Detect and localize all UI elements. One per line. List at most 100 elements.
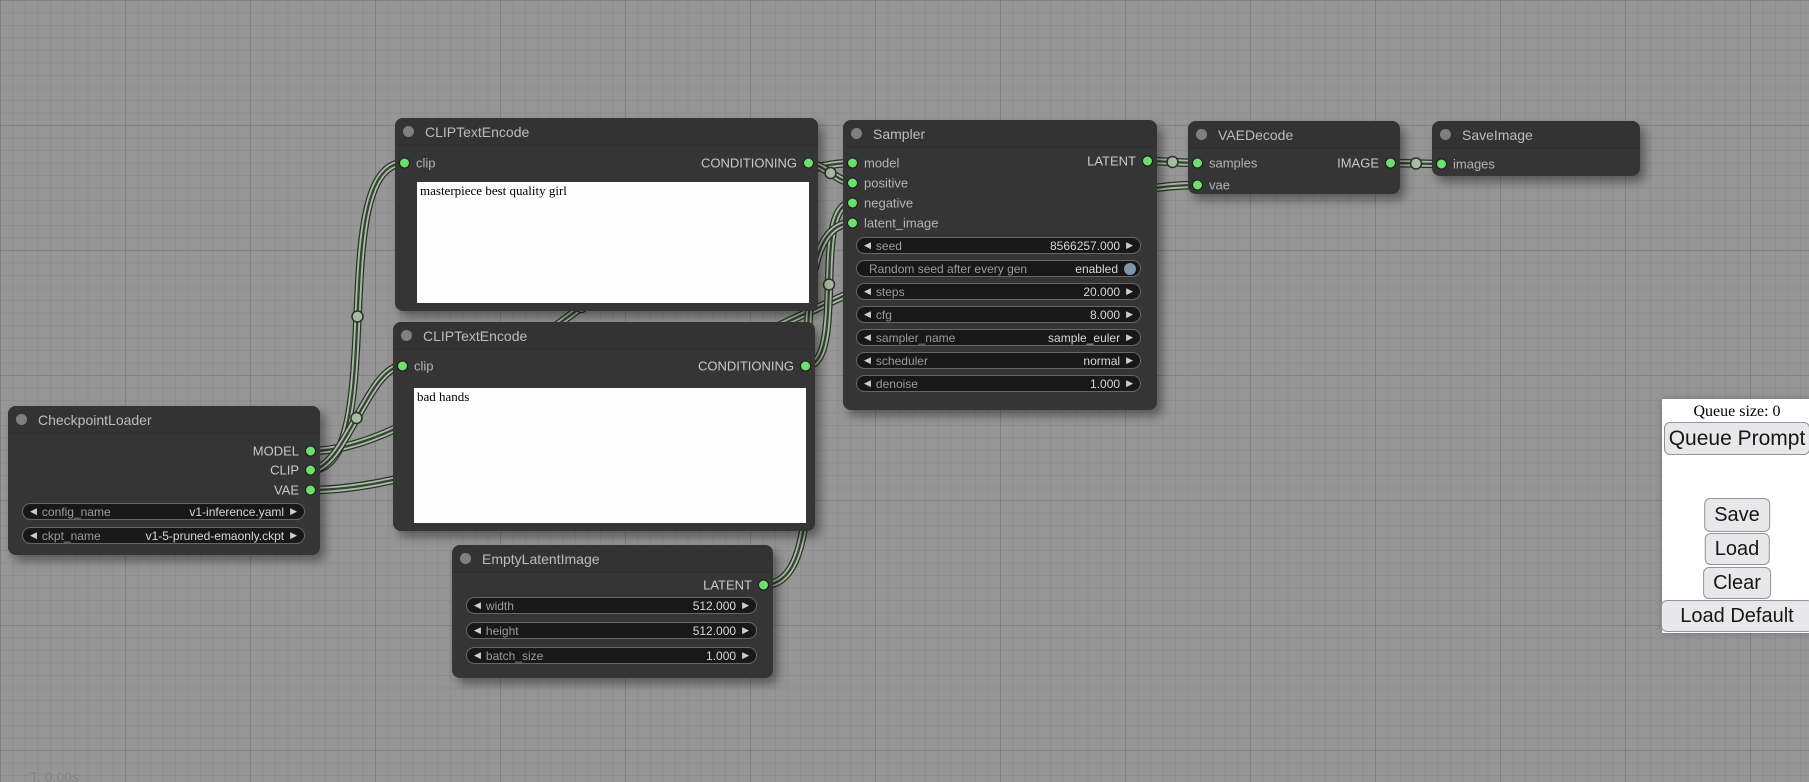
- widget-seed[interactable]: ◀ seed 8566257.000 ▶: [856, 237, 1141, 254]
- port-label: images: [1453, 157, 1495, 172]
- port-label: CONDITIONING: [701, 156, 797, 171]
- node-header[interactable]: CheckpointLoader: [8, 406, 320, 434]
- save-button[interactable]: Save: [1704, 498, 1770, 532]
- input-port-negative[interactable]: [847, 198, 858, 209]
- stepper-left-icon[interactable]: ◀: [864, 310, 871, 319]
- node-title: CLIPTextEncode: [425, 124, 529, 140]
- stepper-right-icon[interactable]: ▶: [742, 651, 749, 660]
- stepper-left-icon[interactable]: ◀: [474, 601, 481, 610]
- node-title: CLIPTextEncode: [423, 328, 527, 344]
- node-save-image[interactable]: SaveImage images: [1432, 121, 1640, 176]
- stepper-right-icon[interactable]: ▶: [742, 601, 749, 610]
- load-button[interactable]: Load: [1705, 533, 1770, 565]
- node-clip-text-encode-negative[interactable]: CLIPTextEncode clip CONDITIONING: [393, 322, 815, 531]
- port-label: negative: [864, 196, 913, 211]
- output-port-conditioning[interactable]: [800, 361, 811, 372]
- stepper-left-icon[interactable]: ◀: [474, 626, 481, 635]
- prompt-textarea[interactable]: [414, 388, 806, 523]
- node-collapse-dot[interactable]: [1440, 129, 1451, 140]
- stepper-right-icon[interactable]: ▶: [1126, 241, 1133, 250]
- output-port-vae[interactable]: [305, 485, 316, 496]
- prompt-textarea[interactable]: [417, 182, 809, 303]
- node-collapse-dot[interactable]: [16, 414, 27, 425]
- stepper-left-icon[interactable]: ◀: [864, 333, 871, 342]
- widget-config-name[interactable]: ◀ config_name v1-inference.yaml ▶: [22, 503, 305, 520]
- port-label: LATENT: [703, 578, 752, 593]
- stepper-right-icon[interactable]: ▶: [1126, 333, 1133, 342]
- node-header[interactable]: VAEDecode: [1188, 121, 1400, 149]
- stepper-left-icon[interactable]: ◀: [864, 287, 871, 296]
- port-label: VAE: [274, 483, 299, 498]
- widget-height[interactable]: ◀ height 512.000 ▶: [466, 622, 757, 639]
- widget-steps[interactable]: ◀ steps 20.000 ▶: [856, 283, 1141, 300]
- node-vae-decode[interactable]: VAEDecode samples IMAGE vae: [1188, 121, 1400, 194]
- queue-size-label: Queue size: 0: [1662, 403, 1809, 421]
- random-seed-toggle-icon[interactable]: [1124, 263, 1136, 275]
- node-collapse-dot[interactable]: [851, 128, 862, 139]
- node-empty-latent-image[interactable]: EmptyLatentImage LATENT ◀ width 512.000 …: [452, 545, 773, 678]
- stepper-right-icon[interactable]: ▶: [1126, 310, 1133, 319]
- input-port-images[interactable]: [1436, 159, 1447, 170]
- stepper-right-icon[interactable]: ▶: [742, 626, 749, 635]
- stepper-right-icon[interactable]: ▶: [290, 507, 297, 516]
- stepper-right-icon[interactable]: ▶: [290, 531, 297, 540]
- port-label: MODEL: [253, 444, 299, 459]
- widget-random-seed[interactable]: Random seed after every gen enabled: [856, 260, 1141, 277]
- port-label: CLIP: [270, 463, 299, 478]
- stepper-left-icon[interactable]: ◀: [864, 379, 871, 388]
- output-port-latent[interactable]: [758, 580, 769, 591]
- output-port-clip[interactable]: [305, 465, 316, 476]
- node-header[interactable]: SaveImage: [1432, 121, 1640, 149]
- stepper-right-icon[interactable]: ▶: [1126, 356, 1133, 365]
- node-collapse-dot[interactable]: [1196, 129, 1207, 140]
- widget-width[interactable]: ◀ width 512.000 ▶: [466, 597, 757, 614]
- node-sampler[interactable]: Sampler model positive negative latent_i…: [843, 120, 1157, 410]
- port-label: vae: [1209, 178, 1230, 193]
- node-clip-text-encode-positive[interactable]: CLIPTextEncode clip CONDITIONING: [395, 118, 818, 311]
- node-checkpoint-loader[interactable]: CheckpointLoader MODEL CLIP VAE ◀ config…: [8, 406, 320, 555]
- output-port-image[interactable]: [1385, 158, 1396, 169]
- queue-prompt-button[interactable]: Queue Prompt: [1664, 422, 1809, 455]
- output-port-latent[interactable]: [1142, 156, 1153, 167]
- widget-cfg[interactable]: ◀ cfg 8.000 ▶: [856, 306, 1141, 323]
- port-label: positive: [864, 176, 908, 191]
- widget-ckpt-name[interactable]: ◀ ckpt_name v1-5-pruned-emaonly.ckpt ▶: [22, 527, 305, 544]
- node-collapse-dot[interactable]: [403, 126, 414, 137]
- stepper-left-icon[interactable]: ◀: [864, 241, 871, 250]
- node-header[interactable]: Sampler: [843, 120, 1157, 148]
- stepper-left-icon[interactable]: ◀: [474, 651, 481, 660]
- port-label: IMAGE: [1337, 156, 1379, 171]
- node-collapse-dot[interactable]: [460, 553, 471, 564]
- input-port-positive[interactable]: [847, 178, 858, 189]
- stepper-right-icon[interactable]: ▶: [1126, 379, 1133, 388]
- clear-button[interactable]: Clear: [1703, 567, 1771, 599]
- render-time-label: T: 0.00s: [30, 769, 79, 782]
- stepper-left-icon[interactable]: ◀: [30, 531, 37, 540]
- node-title: VAEDecode: [1218, 127, 1293, 143]
- node-title: Sampler: [873, 126, 925, 142]
- widget-scheduler[interactable]: ◀ scheduler normal ▶: [856, 352, 1141, 369]
- node-header[interactable]: EmptyLatentImage: [452, 545, 773, 573]
- widget-sampler-name[interactable]: ◀ sampler_name sample_euler ▶: [856, 329, 1141, 346]
- stepper-left-icon[interactable]: ◀: [30, 507, 37, 516]
- node-collapse-dot[interactable]: [401, 330, 412, 341]
- widget-batch-size[interactable]: ◀ batch_size 1.000 ▶: [466, 647, 757, 664]
- node-graph-canvas[interactable]: CheckpointLoader MODEL CLIP VAE ◀ config…: [0, 0, 1809, 782]
- node-title: EmptyLatentImage: [482, 551, 600, 567]
- node-header[interactable]: CLIPTextEncode: [393, 322, 815, 350]
- node-title: SaveImage: [1462, 127, 1533, 143]
- port-label: latent_image: [864, 216, 938, 231]
- load-default-button[interactable]: Load Default: [1661, 600, 1809, 632]
- input-port-latent-image[interactable]: [847, 218, 858, 229]
- node-header[interactable]: CLIPTextEncode: [395, 118, 818, 146]
- output-port-model[interactable]: [305, 446, 316, 457]
- comfy-menu-panel: Queue size: 0 Queue Prompt Save Load Cle…: [1662, 399, 1809, 633]
- stepper-left-icon[interactable]: ◀: [864, 356, 871, 365]
- output-port-conditioning[interactable]: [803, 158, 814, 169]
- widget-denoise[interactable]: ◀ denoise 1.000 ▶: [856, 375, 1141, 392]
- stepper-right-icon[interactable]: ▶: [1126, 287, 1133, 296]
- input-port-vae[interactable]: [1192, 180, 1203, 191]
- port-label: LATENT: [1087, 154, 1136, 169]
- node-title: CheckpointLoader: [38, 412, 152, 428]
- port-label: CONDITIONING: [698, 359, 794, 374]
